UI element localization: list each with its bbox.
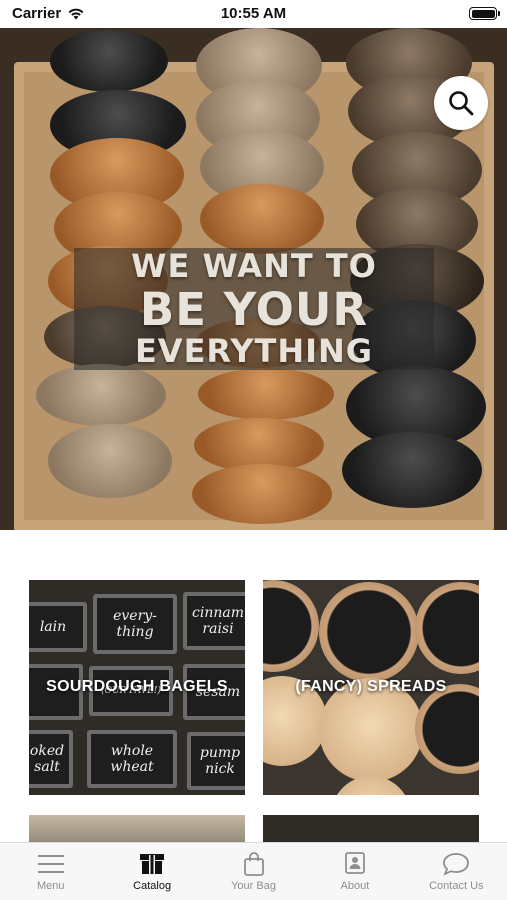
chalkboard-sign: oked salt [29,730,73,788]
chalkboard-sign: every-thing [93,594,177,654]
hero-headline: WE WANT TO BE YOUR EVERYTHING [74,248,434,371]
tab-label: Menu [36,880,65,892]
bagel [198,368,334,420]
cream-cheese-jar [415,684,479,774]
tab-menu[interactable]: Menu [0,843,101,900]
bag-icon [239,851,269,877]
battery-icon [469,7,500,20]
bagel [200,184,324,254]
category-tile-fancy-spreads[interactable]: (FANCY) SPREADS [263,580,479,795]
tab-label: Catalog [133,880,172,892]
category-tile-partial[interactable] [263,815,479,845]
chalkboard-sign: cinnam raisi [183,592,245,650]
chalkboard-text: every-thing [113,608,157,640]
chalkboard-sign: pump nick [187,732,245,790]
chalkboard-sign: lain [29,602,87,652]
hero-banner[interactable]: WE WANT TO BE YOUR EVERYTHING [0,28,507,530]
chalkboard-text: oked salt [29,743,65,775]
tab-label: Your Bag [231,880,276,892]
tab-catalog[interactable]: Catalog [101,843,202,900]
tab-bar: Menu Catalog Your Bag About Contact Us [0,842,507,900]
category-label: (FANCY) SPREADS [295,678,447,695]
bagel [48,424,172,498]
open-spread-jar [331,776,411,795]
hero-headline-line2: BE YOUR [74,285,434,333]
bagel [342,432,482,508]
hero-headline-line3: EVERYTHING [74,332,434,371]
category-grid: lain every-thing cinnam raisi (OUR FAVE!… [0,530,507,845]
tab-label: Contact Us [429,880,484,892]
about-icon [340,851,370,877]
chalkboard-text: cinnam raisi [192,605,244,637]
bagel [36,364,166,426]
cream-cheese-jar [263,580,319,672]
search-button[interactable] [434,76,488,130]
category-label: SOURDOUGH BAGELS [46,678,228,695]
status-bar: Carrier 10:55 AM [0,0,507,28]
category-tile-partial[interactable] [29,815,245,845]
menu-icon [36,851,66,877]
tab-about[interactable]: About [304,843,405,900]
cream-cheese-jar [415,582,479,674]
chalkboard-text: whole wheat [110,743,154,775]
chalkboard-sign: whole wheat [87,730,177,788]
catalog-icon [137,851,167,877]
hero-headline-line1: WE WANT TO [74,248,434,286]
bagel [192,464,332,524]
category-tile-sourdough-bagels[interactable]: lain every-thing cinnam raisi (OUR FAVE!… [29,580,245,795]
bagel [50,30,168,92]
tab-contact-us[interactable]: Contact Us [406,843,507,900]
tab-your-bag[interactable]: Your Bag [203,843,304,900]
chalkboard-text: lain [39,619,67,635]
cream-cheese-jar [319,582,419,682]
tab-label: About [340,880,370,892]
chalkboard-text: pump nick [199,745,241,777]
clock: 10:55 AM [220,5,287,22]
search-icon [449,91,474,116]
chat-icon [441,851,471,877]
